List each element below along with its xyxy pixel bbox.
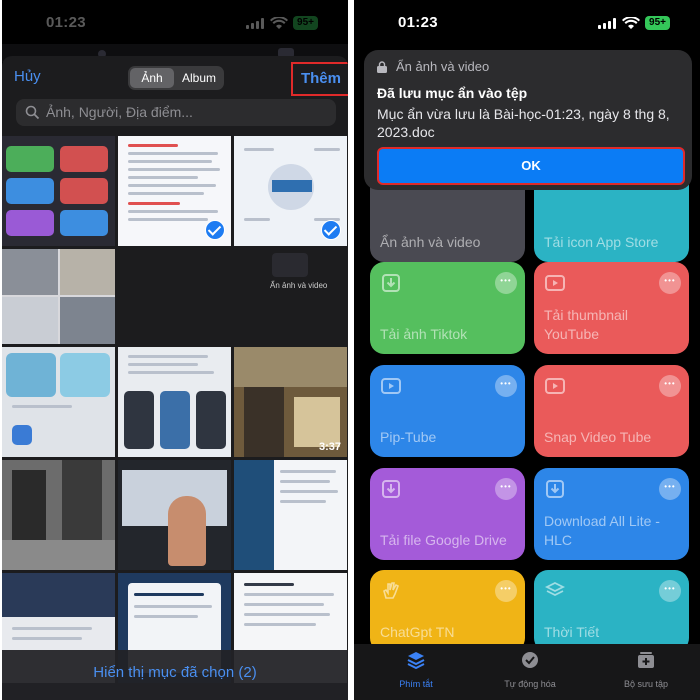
tab-gallery[interactable]: Bộ sưu tập — [596, 650, 696, 689]
photo-thumbnail-selected[interactable] — [118, 136, 231, 246]
download-icon — [382, 480, 400, 498]
shortcut-card[interactable]: Tải file Google Drive — [370, 468, 525, 560]
more-options-icon[interactable] — [659, 375, 681, 397]
status-bar: 01:23 95+ — [2, 0, 348, 44]
more-options-icon[interactable] — [495, 478, 517, 500]
segment-photos[interactable]: Ảnh — [130, 68, 174, 88]
shortcuts-screen: 01:23 95+ Ẩn ảnh và video Tải icon App St… — [354, 0, 700, 700]
shortcut-title: Thời Tiết — [544, 624, 600, 640]
lock-icon — [377, 61, 387, 73]
selected-check-icon — [205, 220, 225, 240]
photo-thumbnail[interactable] — [2, 460, 115, 570]
shortcut-card[interactable]: Tải thumbnail YouTube — [534, 262, 689, 354]
shortcut-title: Pip-Tube — [380, 429, 437, 445]
shortcut-title: Download All Lite - HLC — [544, 513, 660, 548]
more-options-icon[interactable] — [495, 580, 517, 602]
ok-button[interactable]: OK — [377, 147, 685, 185]
alert-title: Đã lưu mục ẩn vào tệp — [377, 85, 528, 101]
download-icon — [546, 480, 564, 498]
saved-alert: Ẩn ảnh và video Đã lưu mục ẩn vào tệp Mụ… — [364, 50, 692, 190]
shortcut-card[interactable]: ChatGpt TN — [370, 570, 525, 652]
clock-check-icon — [522, 652, 538, 668]
photo-thumbnail[interactable] — [2, 136, 115, 246]
shortcut-card[interactable]: Tải ảnh Tiktok — [370, 262, 525, 354]
shortcut-title: ChatGpt TN — [380, 624, 455, 640]
tab-label: Bộ sưu tập — [623, 679, 669, 689]
photo-thumbnail[interactable] — [118, 460, 231, 570]
segment-album[interactable]: Album — [176, 68, 222, 88]
more-options-icon[interactable] — [495, 272, 517, 294]
tab-shortcuts[interactable]: Phím tắt — [366, 650, 466, 689]
more-options-icon[interactable] — [659, 272, 681, 294]
play-icon — [545, 378, 565, 394]
shortcut-title: Ẩn ảnh và video — [380, 234, 481, 250]
photo-picker-screen: 01:23 95+ Hủy Ảnh Album Thêm Ảnh, Người,… — [2, 0, 348, 700]
photo-thumbnail[interactable] — [118, 347, 231, 457]
photo-picker-sheet: Hủy Ảnh Album Thêm Ảnh, Người, Địa điểm.… — [2, 56, 348, 700]
cellular-signal-icon — [246, 18, 264, 29]
more-options-icon[interactable] — [495, 375, 517, 397]
selected-check-icon — [321, 220, 341, 240]
photos-album-segmented-control: Ảnh Album — [128, 66, 224, 90]
shortcut-title: Tải icon App Store — [544, 234, 659, 250]
search-field[interactable]: Ảnh, Người, Địa điểm... — [16, 99, 336, 126]
photo-thumbnail-selected[interactable] — [234, 136, 347, 246]
shortcut-title: Tải file Google Drive — [380, 532, 507, 548]
cancel-button[interactable]: Hủy — [14, 68, 41, 85]
gallery-plus-icon — [638, 652, 654, 668]
alert-app-name: Ẩn ảnh và video — [396, 59, 490, 74]
empty-area — [118, 249, 231, 344]
more-options-icon[interactable] — [659, 580, 681, 602]
shortcut-card[interactable]: Thời Tiết — [534, 570, 689, 652]
more-options-icon[interactable] — [659, 478, 681, 500]
photo-thumbnail[interactable] — [2, 347, 115, 457]
picker-footer: Hiển thị mục đã chọn (2) — [2, 650, 348, 700]
add-button[interactable]: Thêm — [291, 62, 348, 96]
tab-automation[interactable]: Tự động hóa — [480, 650, 580, 689]
search-icon — [25, 105, 40, 120]
play-icon — [545, 275, 565, 291]
download-icon — [382, 274, 400, 292]
shortcut-title: Tải ảnh Tiktok — [380, 326, 468, 342]
alert-message: Mục ẩn vừa lưu là Bài-học-01:23, ngày 8 … — [377, 106, 670, 140]
shortcut-card[interactable]: Download All Lite - HLC — [534, 468, 689, 560]
wifi-icon — [270, 17, 288, 29]
status-time: 01:23 — [46, 14, 86, 31]
video-thumbnail[interactable]: 3:37 — [234, 347, 347, 457]
tab-label: Tự động hóa — [504, 679, 556, 689]
photo-thumbnail[interactable] — [234, 460, 347, 570]
screenshot-canvas: 01:23 95+ Hủy Ảnh Album Thêm Ảnh, Người,… — [0, 0, 700, 700]
shortcut-card[interactable]: Snap Video Tube — [534, 365, 689, 457]
play-icon — [381, 378, 401, 394]
video-duration: 3:37 — [318, 441, 341, 453]
shortcut-card[interactable]: Pip-Tube — [370, 365, 525, 457]
layers-icon — [544, 581, 566, 597]
photo-thumbnail[interactable] — [2, 249, 115, 344]
shortcut-title: Tải thumbnail YouTube — [544, 307, 629, 342]
hidden-album-thumbnail[interactable]: Ẩn ảnh và video — [234, 249, 347, 344]
battery-indicator: 95+ — [293, 16, 318, 30]
show-selected-button[interactable]: Hiển thị mục đã chọn (2) — [2, 664, 348, 681]
tab-label: Phím tắt — [399, 679, 433, 689]
hand-icon — [383, 582, 400, 599]
layers-icon — [407, 652, 425, 670]
tab-bar: Phím tắt Tự động hóa Bộ sưu tập — [354, 644, 700, 700]
thumbnail-caption: Ẩn ảnh và video — [270, 281, 328, 290]
photo-grid: Ẩn ảnh và video 3:37 — [2, 136, 348, 683]
search-placeholder: Ảnh, Người, Địa điểm... — [46, 104, 193, 120]
shortcut-title: Snap Video Tube — [544, 429, 652, 445]
